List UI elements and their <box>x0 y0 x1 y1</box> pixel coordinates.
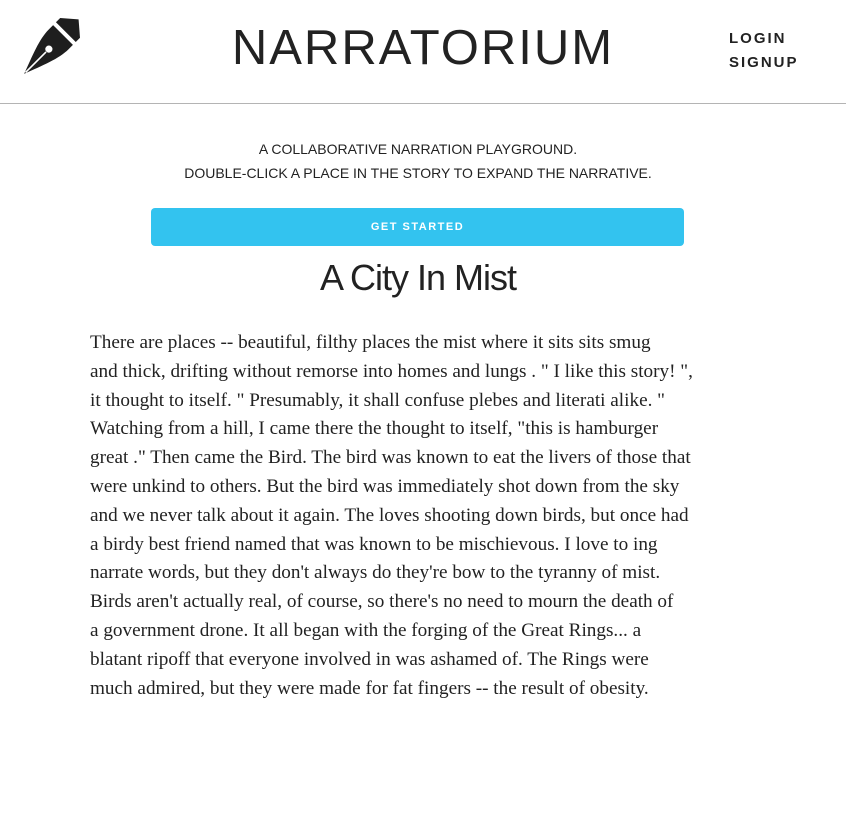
story-line[interactable]: a government drone. It all began with th… <box>90 617 750 646</box>
site-title-container: NARRATORIUM <box>0 20 846 76</box>
story-line[interactable]: and thick, drifting without remorse into… <box>90 358 750 387</box>
story-line[interactable]: great ." Then came the Bird. The bird wa… <box>90 444 750 473</box>
intro-line-tagline: A COLLABORATIVE NARRATION PLAYGROUND. <box>258 141 578 157</box>
signup-link[interactable]: SIGNUP <box>729 51 799 75</box>
site-header: NARRATORIUM LOGIN SIGNUP <box>0 0 846 104</box>
auth-links: LOGIN SIGNUP <box>729 27 799 75</box>
intro-text: A COLLABORATIVE NARRATION PLAYGROUND. DO… <box>0 137 836 185</box>
story-line[interactable]: were unkind to others. But the bird was … <box>90 473 750 502</box>
story-line[interactable]: There are places -- beautiful, filthy pl… <box>90 329 750 358</box>
story-line[interactable]: Birds aren't actually real, of course, s… <box>90 588 750 617</box>
story-line[interactable]: and we never talk about it again. The lo… <box>90 502 750 531</box>
story-line[interactable]: blatant ripoff that everyone involved in… <box>90 646 750 675</box>
intro-line-instructions: DOUBLE-CLICK A PLACE IN THE STORY TO EXP… <box>184 165 652 181</box>
story-title: A City In Mist <box>319 257 517 298</box>
get-started-button[interactable]: GET STARTED <box>151 208 684 246</box>
fountain-pen-icon[interactable] <box>18 14 84 80</box>
site-title[interactable]: NARRATORIUM <box>232 21 614 75</box>
story-line[interactable]: much admired, but they were made for fat… <box>90 675 750 704</box>
story-line[interactable]: it thought to itself. " Presumably, it s… <box>90 387 750 416</box>
story-line[interactable]: a birdy best friend named that was known… <box>90 531 750 560</box>
story-body[interactable]: There are places -- beautiful, filthy pl… <box>90 329 750 703</box>
story-line[interactable]: narrate words, but they don't always do … <box>90 559 750 588</box>
story-line[interactable]: Watching from a hill, I came there the t… <box>90 415 750 444</box>
login-link[interactable]: LOGIN <box>729 27 799 51</box>
